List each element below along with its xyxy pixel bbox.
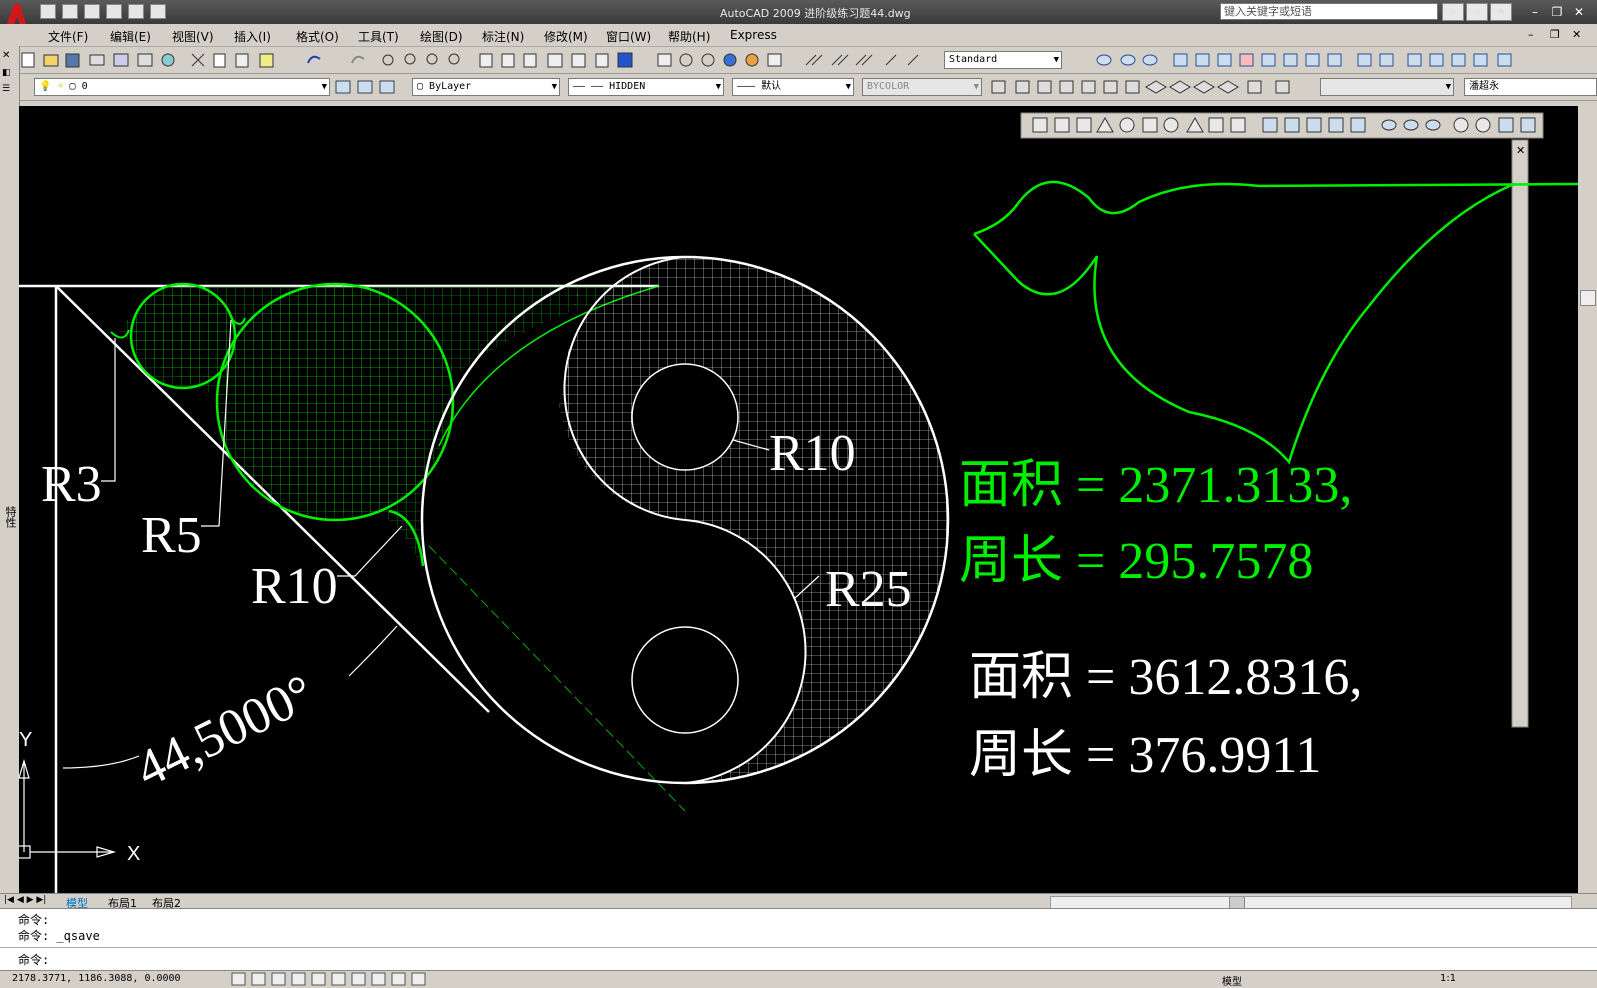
scroll-thumb[interactable]: [1580, 290, 1596, 306]
green-perimeter-text: 周长 = 295.7578: [959, 533, 1313, 590]
lower-eye: [631, 626, 739, 734]
doc-restore-icon[interactable]: ❐: [1550, 28, 1560, 41]
green-circle-r5: [129, 282, 237, 390]
lineweight-combo[interactable]: ——— 默认 ▼: [732, 78, 854, 96]
linetype-combo[interactable]: —— —— HIDDEN ▼: [568, 78, 724, 96]
left-autohide-icon[interactable]: ◧: [2, 68, 11, 78]
menu-file[interactable]: 文件(F): [48, 28, 88, 45]
white-perimeter-text: 周长 = 376.9911: [969, 727, 1321, 784]
standard-toolbar-icons[interactable]: [20, 51, 660, 69]
command-window[interactable]: 命令: 命令: _qsave 命令:: [0, 908, 1597, 971]
print-icon[interactable]: [106, 4, 122, 19]
dimension-toolbar-icons[interactable]: [1068, 51, 1528, 69]
menu-express[interactable]: Express: [730, 28, 777, 42]
command-divider: [0, 947, 1597, 948]
bird-outline-bottom: [973, 182, 1515, 465]
label-r10-left: R10: [251, 558, 338, 615]
menu-dimension[interactable]: 标注(N): [482, 28, 524, 45]
green-circle-r10: [215, 282, 455, 522]
close-icon[interactable]: ✕: [1570, 4, 1588, 20]
angle-arc-right: [348, 625, 398, 677]
label-r10-right: R10: [769, 425, 856, 482]
palette-close-icon[interactable]: ✕: [1516, 144, 1525, 157]
white-area-text: 面积 = 3612.8316,: [969, 649, 1362, 706]
undo-icon[interactable]: [128, 4, 144, 19]
label-angle: 44,5000°: [127, 664, 323, 798]
r10-left-leader: [337, 525, 403, 577]
standard-toolbar: Standard ▼: [0, 47, 1597, 74]
status-model[interactable]: 模型: [1222, 973, 1242, 988]
restore-icon[interactable]: ❐: [1548, 4, 1566, 20]
title-bar: AutoCAD 2009 进阶级练习题44.dwg 键入关键字或短语 ⌕ ☆ ★…: [0, 0, 1597, 24]
menu-format[interactable]: 格式(O): [296, 28, 339, 45]
drawing-canvas[interactable]: ✕ 工具选项板 - 所有选项板 R3 R5 R10 R10 R25 44,500…: [19, 106, 1578, 893]
left-close-icon[interactable]: ✕: [2, 50, 10, 61]
favorites-icon[interactable]: ★: [1490, 3, 1512, 21]
menu-modify[interactable]: 修改(M): [544, 28, 588, 45]
green-area-text: 面积 = 2371.3133,: [959, 457, 1352, 514]
layers-toolbar: 💡 ☼ ▢ 0 ▼ ▢ ByLayer ▼ —— —— HIDDEN ▼ ——— 默认…: [0, 74, 1597, 101]
label-r5: R5: [141, 507, 202, 564]
user-field[interactable]: 潘超永: [1464, 78, 1597, 96]
vertical-scrollbar[interactable]: [1578, 106, 1597, 893]
menu-window[interactable]: 窗口(W): [606, 28, 651, 45]
doc-minimize-icon[interactable]: –: [1528, 28, 1534, 41]
redo-icon[interactable]: [150, 4, 166, 19]
menu-tools[interactable]: 工具(T): [358, 28, 399, 45]
menu-view[interactable]: 视图(V): [172, 28, 214, 45]
bird-outline-top: [973, 180, 1578, 236]
palette-label: 工具选项板 - 所有选项板: [1379, 585, 1393, 706]
annotation-scale[interactable]: 1:1: [1440, 973, 1456, 984]
tab-nav-icon[interactable]: |◀ ◀ ▶ ▶|: [4, 895, 46, 905]
ucs-x-label: X: [127, 843, 140, 865]
doc-close-icon[interactable]: ✕: [1572, 28, 1581, 41]
ucs-icon: [19, 758, 117, 859]
r3-leader: [101, 338, 116, 482]
layout-tabs: |◀ ◀ ▶ ▶| 模型 布局1 布局2: [0, 893, 1597, 910]
white-hatch-right: [564, 257, 948, 783]
render-toolbar-icons[interactable]: [656, 51, 936, 69]
ucs-y-label: Y: [19, 729, 32, 751]
search-input[interactable]: 键入关键字或短语: [1220, 3, 1438, 20]
communication-icon[interactable]: ☆: [1466, 3, 1488, 21]
h-scroll-thumb[interactable]: [1229, 897, 1245, 908]
menu-bar: 文件(F) 编辑(E) 视图(V) 插入(I) 格式(O) 工具(T) 绘图(D…: [0, 24, 1597, 47]
upper-eye-r10: [631, 363, 739, 471]
angle-arc-left: [62, 755, 140, 769]
view-combo[interactable]: ▼: [1320, 78, 1454, 96]
tool-palette[interactable]: [1511, 139, 1529, 728]
command-line-2: 命令: _qsave: [18, 929, 100, 943]
view-toolbar-icons[interactable]: [990, 78, 1320, 96]
drawing-svg[interactable]: ✕ 工具选项板 - 所有选项板 R3 R5 R10 R10 R25 44,500…: [19, 106, 1578, 893]
plotstyle-combo[interactable]: BYCOLOR ▼: [862, 78, 982, 96]
minimize-icon[interactable]: –: [1526, 4, 1544, 20]
coordinates-readout: 2178.3771, 1186.3088, 0.0000: [12, 973, 181, 984]
menu-draw[interactable]: 绘图(D): [420, 28, 463, 45]
command-line-1: 命令:: [18, 913, 50, 927]
status-bar: 2178.3771, 1186.3088, 0.0000 模型 1:1: [0, 970, 1597, 988]
text-style-combo[interactable]: Standard ▼: [944, 51, 1062, 69]
color-combo[interactable]: ▢ ByLayer ▼: [412, 78, 560, 96]
window-title: AutoCAD 2009 进阶级练习题44.dwg: [720, 7, 911, 20]
drafting-settings-icons[interactable]: [230, 972, 450, 987]
save-icon[interactable]: [84, 4, 100, 19]
command-input[interactable]: 命令:: [18, 951, 49, 968]
open-icon[interactable]: [62, 4, 78, 19]
label-r25: R25: [825, 561, 912, 618]
left-dock: ✕ ◧ ☰ 特性: [0, 46, 20, 894]
left-menu-icon[interactable]: ☰: [2, 84, 10, 94]
menu-insert[interactable]: 插入(I): [234, 28, 271, 45]
menu-edit[interactable]: 编辑(E): [110, 28, 151, 45]
menu-help[interactable]: 帮助(H): [668, 28, 710, 45]
layer-combo[interactable]: 💡 ☼ ▢ 0 ▼: [34, 78, 330, 96]
new-icon[interactable]: [40, 4, 56, 19]
properties-palette-label[interactable]: 特性: [2, 506, 17, 528]
search-icon[interactable]: ⌕: [1442, 3, 1464, 21]
layer-tools-icons[interactable]: [334, 78, 404, 96]
label-r3: R3: [41, 456, 102, 513]
